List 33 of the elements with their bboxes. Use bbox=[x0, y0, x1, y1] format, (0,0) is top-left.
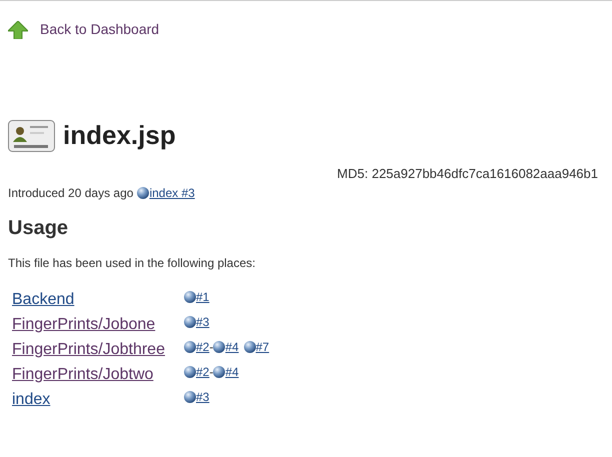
build-link[interactable]: index #3 bbox=[149, 184, 195, 202]
status-ball-icon bbox=[184, 366, 196, 378]
build-link[interactable]: #2 bbox=[196, 362, 210, 380]
separator-text: - bbox=[209, 364, 214, 380]
job-link[interactable]: FingerPrints/Jobone bbox=[12, 316, 156, 332]
job-link[interactable]: FingerPrints/Jobtwo bbox=[12, 366, 154, 382]
md5-text: MD5: 225a927bb46dfc7ca1616082aaa946b1 bbox=[336, 165, 599, 183]
status-ball-icon bbox=[244, 340, 256, 352]
build-link[interactable]: #1 bbox=[196, 288, 210, 306]
build-link[interactable]: #3 bbox=[196, 312, 210, 330]
job-link[interactable]: index bbox=[12, 390, 50, 408]
build-link[interactable]: #4 bbox=[225, 362, 239, 380]
build-link[interactable]: #3 bbox=[196, 388, 210, 406]
description-text: This file has been used in the following places: bbox=[8, 254, 256, 272]
status-ball-icon bbox=[184, 340, 196, 352]
job-link[interactable]: FingerPrints/Jobthree bbox=[12, 340, 165, 358]
status-ball-icon bbox=[184, 316, 196, 328]
id-card-icon bbox=[8, 120, 55, 152]
separator-text: - bbox=[209, 338, 214, 356]
status-ball-icon bbox=[137, 186, 150, 198]
page-title: index.jsp bbox=[63, 120, 176, 152]
build-link[interactable]: #7 bbox=[256, 338, 270, 356]
job-link[interactable]: Backend bbox=[12, 290, 74, 308]
status-ball-icon bbox=[213, 340, 226, 352]
back-to-dashboard-link[interactable]: Back to Dashboard bbox=[40, 19, 160, 40]
status-ball-icon bbox=[213, 366, 226, 378]
up-arrow-icon bbox=[8, 20, 28, 38]
status-ball-icon bbox=[184, 390, 196, 402]
build-link[interactable]: #4 bbox=[225, 338, 239, 356]
build-link[interactable]: #2 bbox=[196, 338, 210, 356]
section-heading: Usage bbox=[8, 216, 70, 240]
introduced-text: Introduced 20 days ago bbox=[8, 184, 134, 202]
status-ball-icon bbox=[184, 290, 196, 302]
